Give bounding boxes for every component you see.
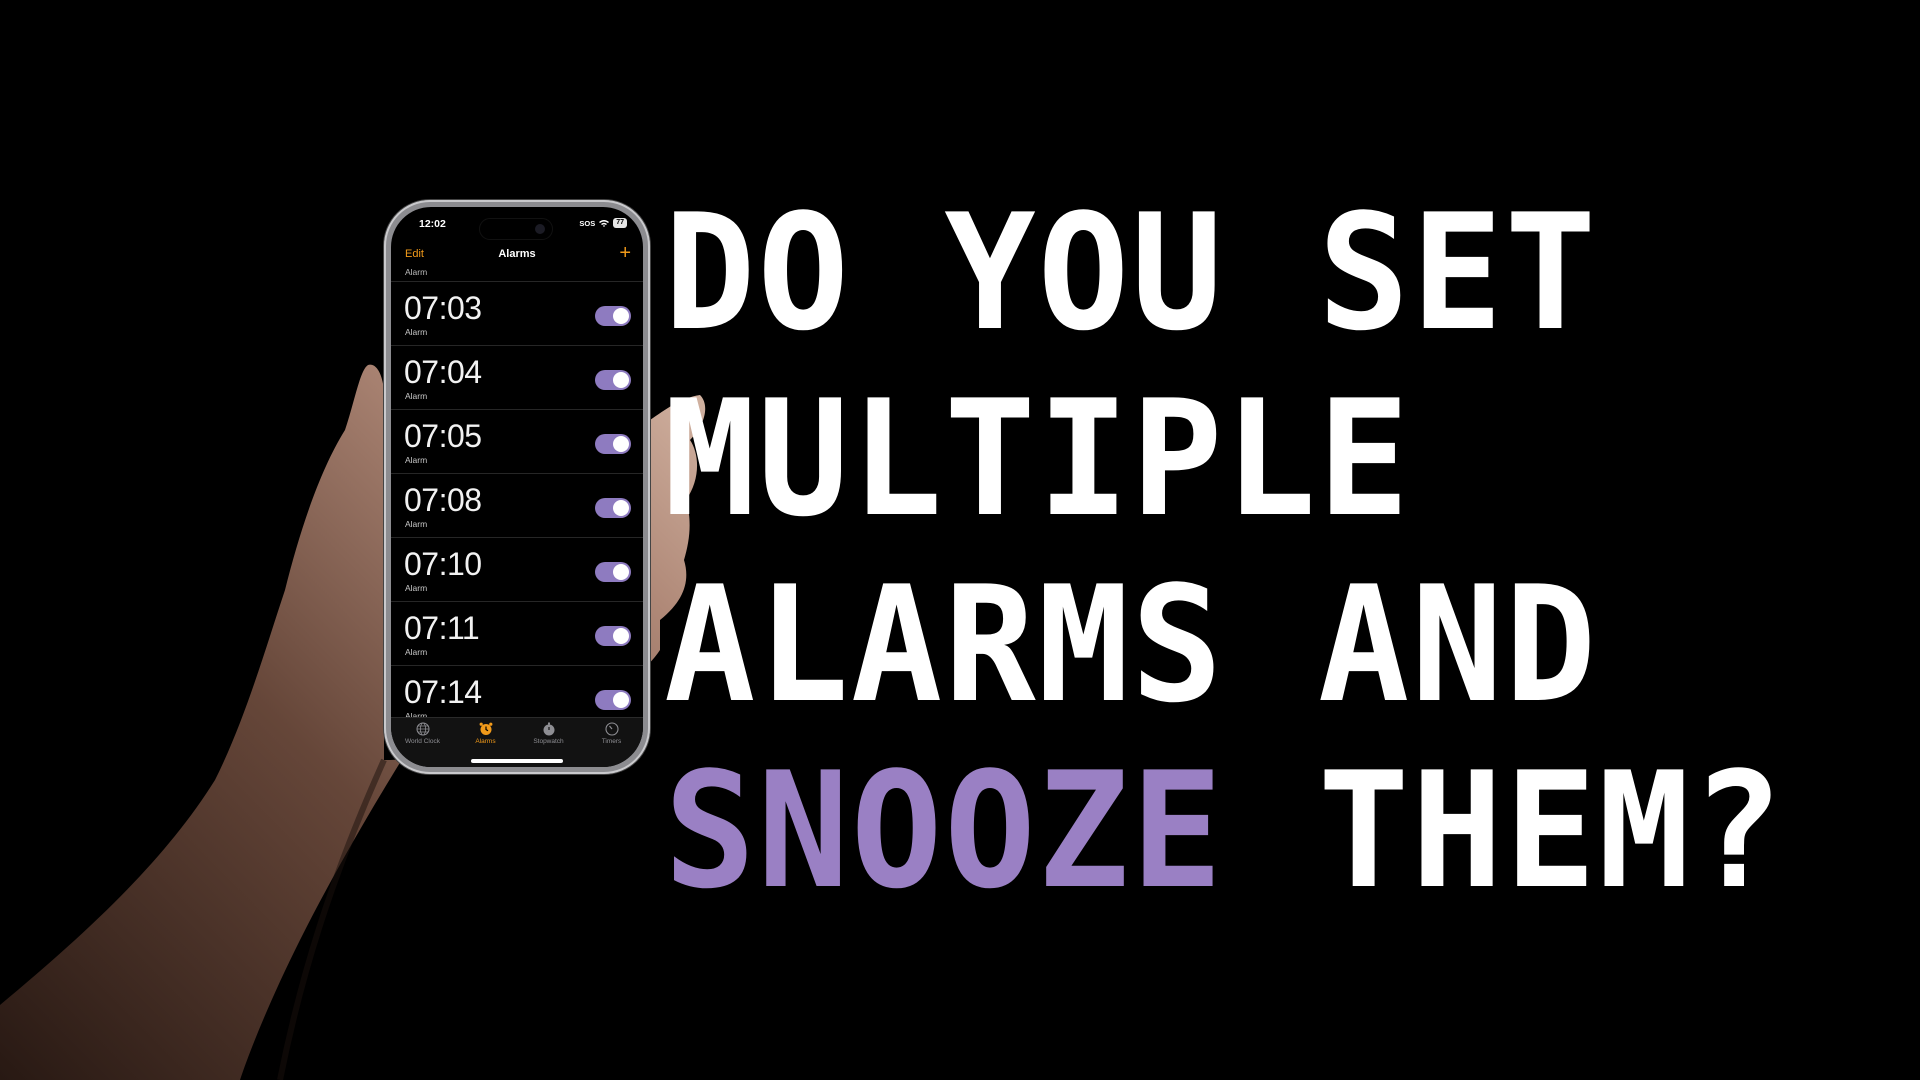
page-title: Alarms — [498, 248, 536, 260]
phone-screen: 12:02 SOS 77 Edit Alarms + Alarm 07:03 A… — [391, 207, 643, 767]
list-item-partial: Alarm — [391, 265, 643, 282]
alarm-row[interactable]: 07:08 Alarm — [391, 474, 643, 538]
toggle-knob — [613, 500, 629, 516]
tab-alarms[interactable]: Alarms — [454, 722, 517, 745]
headline-line-4-rest: THEM? — [1224, 737, 1785, 924]
headline: DO YOU SET MULTIPLE ALARMS AND SNOOZE TH… — [664, 180, 1842, 924]
toggle-knob — [613, 436, 629, 452]
tab-label: Timers — [601, 738, 622, 745]
alarm-row[interactable]: 07:03 Alarm — [391, 282, 643, 346]
headline-line-4: SNOOZE THEM? — [664, 738, 1842, 924]
headline-line-1: DO YOU SET — [664, 179, 1599, 366]
sos-indicator: SOS — [579, 218, 596, 228]
alarm-row[interactable]: 07:10 Alarm — [391, 538, 643, 602]
alarm-label: Alarm — [405, 267, 428, 277]
alarm-label: Alarm — [405, 327, 428, 337]
globe-icon — [416, 722, 429, 736]
toggle-knob — [613, 628, 629, 644]
add-alarm-button[interactable]: + — [619, 242, 631, 265]
toggle-knob — [613, 308, 629, 324]
alarm-row[interactable]: 07:04 Alarm — [391, 346, 643, 410]
tab-label: World Clock — [405, 738, 440, 745]
alarm-label: Alarm — [405, 519, 428, 529]
alarm-row[interactable]: 07:14 Alarm — [391, 666, 643, 719]
alarm-row[interactable]: 07:05 Alarm — [391, 410, 643, 474]
dynamic-island — [479, 218, 553, 240]
headline-line-3: ALARMS AND — [664, 551, 1599, 738]
alarm-label: Alarm — [405, 647, 428, 657]
tab-label: Stopwatch — [533, 738, 564, 745]
alarm-toggle[interactable] — [595, 434, 631, 454]
status-indicators: SOS 77 — [579, 218, 627, 228]
tab-timers[interactable]: Timers — [580, 722, 643, 745]
headline-highlight: SNOOZE — [664, 737, 1225, 924]
camera-icon — [535, 224, 545, 234]
alarm-time: 07:08 — [404, 482, 482, 518]
alarm-label: Alarm — [405, 583, 428, 593]
alarm-toggle[interactable] — [595, 690, 631, 710]
alarm-clock-icon — [479, 722, 492, 735]
alarm-time: 07:10 — [404, 546, 482, 582]
toggle-knob — [613, 372, 629, 388]
home-indicator — [471, 759, 563, 763]
alarm-time: 07:03 — [404, 290, 482, 326]
alarm-time: 07:11 — [404, 610, 480, 646]
status-bar: 12:02 SOS 77 — [391, 207, 643, 240]
alarm-toggle[interactable] — [595, 626, 631, 646]
timer-icon — [604, 722, 619, 736]
headline-line-2: MULTIPLE — [664, 365, 1412, 552]
alarm-label: Alarm — [405, 391, 428, 401]
toggle-knob — [613, 564, 629, 580]
alarm-toggle[interactable] — [595, 562, 631, 582]
tab-world-clock[interactable]: World Clock — [391, 722, 454, 745]
alarm-time: 07:14 — [404, 674, 482, 710]
alarm-row[interactable]: 07:11 Alarm — [391, 602, 643, 666]
alarm-time: 07:05 — [404, 418, 482, 454]
battery-icon: 77 — [613, 218, 627, 228]
stopwatch-icon — [543, 722, 554, 736]
tab-stopwatch[interactable]: Stopwatch — [517, 722, 580, 745]
toggle-knob — [613, 692, 629, 708]
alarm-list[interactable]: Alarm 07:03 Alarm 07:04 Alarm 07:05 Alar… — [391, 265, 643, 719]
alarm-label: Alarm — [405, 455, 428, 465]
alarm-time: 07:04 — [404, 354, 482, 390]
nav-bar: Edit Alarms + — [391, 242, 643, 267]
alarm-toggle[interactable] — [595, 306, 631, 326]
wifi-icon — [599, 220, 610, 227]
alarm-toggle[interactable] — [595, 370, 631, 390]
tab-label: Alarms — [475, 738, 496, 745]
status-time: 12:02 — [419, 218, 446, 230]
phone-device: 12:02 SOS 77 Edit Alarms + Alarm 07:03 A… — [384, 200, 650, 774]
alarm-toggle[interactable] — [595, 498, 631, 518]
